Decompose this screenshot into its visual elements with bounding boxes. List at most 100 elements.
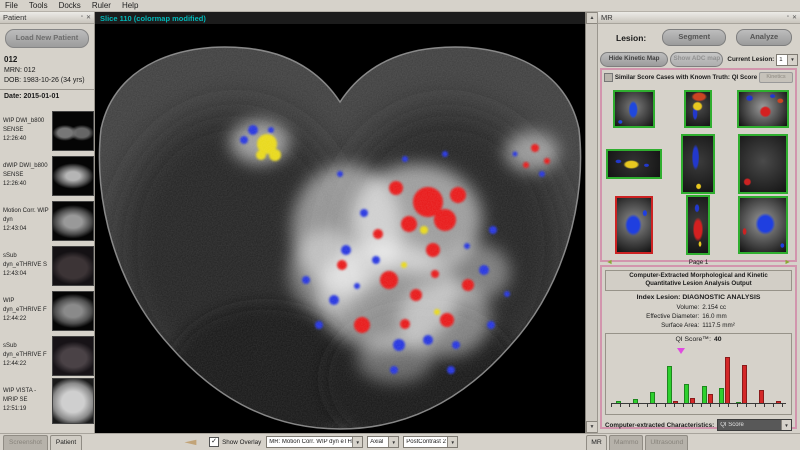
- chevron-down-icon[interactable]: ▼: [388, 437, 399, 447]
- chevron-down-icon[interactable]: ▼: [352, 437, 363, 447]
- series-name: sSub dyn_eTHRIVE F: [3, 343, 47, 358]
- list-item[interactable]: WIP VISTA - MRIP SE 12:51:19: [0, 377, 95, 424]
- load-new-patient-button[interactable]: Load New Patient: [5, 29, 89, 48]
- histogram-bar-benign: [667, 365, 673, 405]
- qi-score-value: 40: [713, 336, 722, 344]
- series-thumbnail[interactable]: [52, 110, 94, 151]
- slice-header: Slice 110 (colormap modified): [95, 12, 585, 24]
- overlay-toggle-checkbox[interactable]: [604, 72, 613, 82]
- patient-mrn: MRN: 012: [4, 66, 36, 74]
- menu-help[interactable]: Help: [122, 1, 138, 10]
- qi-score-label: QI Score™:: [675, 336, 711, 344]
- show-overlay-label: Show Overlay: [222, 438, 262, 446]
- hide-kinetic-map-button[interactable]: Hide Kinetic Map: [600, 52, 669, 67]
- menu-bar: File Tools Docks Ruler Help: [0, 0, 800, 12]
- close-icon[interactable]: ✕: [792, 14, 797, 21]
- panel-scrollbar[interactable]: ▲ ▼: [585, 12, 598, 433]
- series-time: 12:51:19: [3, 406, 27, 412]
- main-viewer[interactable]: Slice 110 (colormap modified): [95, 12, 585, 433]
- similar-case-thumbnail[interactable]: [615, 196, 654, 254]
- similar-case-thumbnail[interactable]: [736, 90, 789, 128]
- list-item[interactable]: sSub dyn_eTHRIVE F 12:44:22: [0, 333, 95, 378]
- histogram-bar-benign: [684, 384, 690, 405]
- mri-axial-svg: [95, 24, 585, 433]
- histogram-bar-benign: [718, 387, 724, 405]
- patient-dob: DOB: 1983-10-26 (34 yrs): [4, 76, 85, 84]
- series-thumbnail[interactable]: [52, 200, 94, 241]
- similar-cases-grid: [602, 84, 795, 256]
- bottom-bar: Screenshot Patient ◄ ✓ Show Overlay MR: M…: [0, 433, 800, 450]
- diameter-label: Effective Diameter:: [646, 312, 700, 320]
- show-adc-map-button[interactable]: Show ADC map: [670, 52, 724, 67]
- series-name: Motion Corr. WIP dyn: [3, 208, 49, 223]
- series-select[interactable]: MR: Motion Corr. WIP dyn eTHRIVE SENSE ▼: [266, 436, 364, 448]
- list-item[interactable]: Motion Corr. WIP dyn 12:43:04: [0, 198, 95, 243]
- series-name: WIP DWI_b800 SENSE: [3, 118, 45, 133]
- series-thumbnail[interactable]: [52, 155, 94, 196]
- histogram-bar-malignant: [758, 390, 764, 405]
- similar-case-thumbnail[interactable]: [613, 90, 656, 128]
- current-lesion-select[interactable]: 1 ▼: [776, 53, 798, 66]
- chevron-down-icon[interactable]: ▼: [447, 437, 458, 447]
- list-item[interactable]: WIP DWI_b800 SENSE 12:26:40: [0, 108, 95, 153]
- pin-icon[interactable]: ▫: [787, 14, 789, 21]
- similar-case-thumbnail[interactable]: [686, 195, 711, 255]
- list-item[interactable]: WIP dyn_eTHRIVE F 12:44:22: [0, 288, 95, 333]
- tab-screenshot[interactable]: Screenshot: [3, 435, 48, 450]
- similar-case-thumbnail[interactable]: [684, 90, 713, 128]
- show-overlay-checkbox[interactable]: ✓: [209, 437, 220, 447]
- tab-mr[interactable]: MR: [586, 435, 607, 450]
- menu-tools[interactable]: Tools: [29, 1, 48, 10]
- tab-mammo[interactable]: Mammo: [608, 435, 644, 450]
- analyze-button[interactable]: Analyze: [736, 29, 792, 46]
- series-thumbnail[interactable]: [52, 290, 94, 331]
- contrast-select[interactable]: PostContrast 2 ▼: [403, 436, 459, 448]
- characteristics-select[interactable]: QI Score ▼: [717, 419, 792, 432]
- tab-ultrasound[interactable]: Ultrasound: [645, 435, 689, 450]
- mr-panel-titlebar[interactable]: MR ▫ ✕: [598, 12, 800, 24]
- close-icon[interactable]: ✕: [86, 14, 91, 21]
- menu-ruler[interactable]: Ruler: [92, 1, 111, 10]
- series-thumbnail[interactable]: [52, 335, 94, 376]
- volume-label: Volume:: [676, 303, 700, 311]
- kinetics-button[interactable]: Kinetics: [759, 71, 793, 83]
- study-date: Date: 2015-01-01: [4, 92, 60, 100]
- series-thumbnail[interactable]: [52, 245, 94, 286]
- pin-icon[interactable]: ▫: [81, 14, 83, 21]
- tab-patient[interactable]: Patient: [49, 435, 83, 450]
- mri-axial-image[interactable]: [95, 24, 585, 433]
- similar-case-thumbnail[interactable]: [606, 149, 663, 179]
- chevron-down-icon[interactable]: ▼: [787, 54, 797, 65]
- orientation-select[interactable]: Axial ▼: [367, 436, 400, 448]
- series-time: 12:26:40: [3, 181, 27, 187]
- characteristics-label: Computer-extracted Characteristics:: [605, 421, 715, 429]
- similar-case-thumbnail[interactable]: [681, 134, 716, 194]
- similar-cases-title: Similar Score Cases with Known Truth: QI…: [614, 73, 758, 81]
- lesion-label: Lesion:: [616, 32, 647, 43]
- patient-panel-title: Patient: [3, 13, 27, 22]
- series-list: WIP DWI_b800 SENSE 12:26:40 dWIP DWI_b800 …: [0, 108, 95, 433]
- list-item[interactable]: dWIP DWI_b800 SENSE 12:26:40: [0, 153, 95, 198]
- mr-panel: MR ▫ ✕ Lesion: Segment Analyze Hide Kine…: [597, 12, 800, 433]
- series-thumbnail[interactable]: [52, 377, 94, 424]
- similar-case-thumbnail[interactable]: [737, 134, 788, 194]
- mr-panel-title: MR: [601, 13, 613, 22]
- surface-value: 1117.5 mm²: [702, 321, 735, 329]
- patient-panel-titlebar[interactable]: Patient ▫ ✕: [0, 12, 94, 24]
- chevron-down-icon[interactable]: ▼: [781, 420, 791, 431]
- collapse-arrow-icon[interactable]: ◄: [181, 437, 201, 447]
- qi-histogram: [611, 348, 786, 411]
- series-time: 12:44:22: [3, 361, 27, 367]
- series-name: sSub dyn_eTHRIVE S: [3, 253, 48, 268]
- segment-button[interactable]: Segment: [662, 29, 727, 46]
- modality-tab-strip: MR Mammo Ultrasound: [586, 435, 690, 450]
- analysis-output-box: Computer-Extracted Morphological and Kin…: [600, 265, 797, 432]
- current-lesion-label: Current Lesion:: [727, 56, 775, 63]
- list-item[interactable]: sSub dyn_eTHRIVE S 12:43:04: [0, 243, 95, 288]
- series-time: 12:43:04: [3, 226, 27, 232]
- menu-docks[interactable]: Docks: [59, 1, 81, 10]
- index-lesion-label: Index Lesion: DIAGNOSTIC ANALYSIS: [636, 293, 761, 301]
- qi-score-chart-box: QI Score™: 40: [605, 333, 792, 416]
- menu-file[interactable]: File: [5, 1, 18, 10]
- similar-case-thumbnail[interactable]: [737, 196, 788, 254]
